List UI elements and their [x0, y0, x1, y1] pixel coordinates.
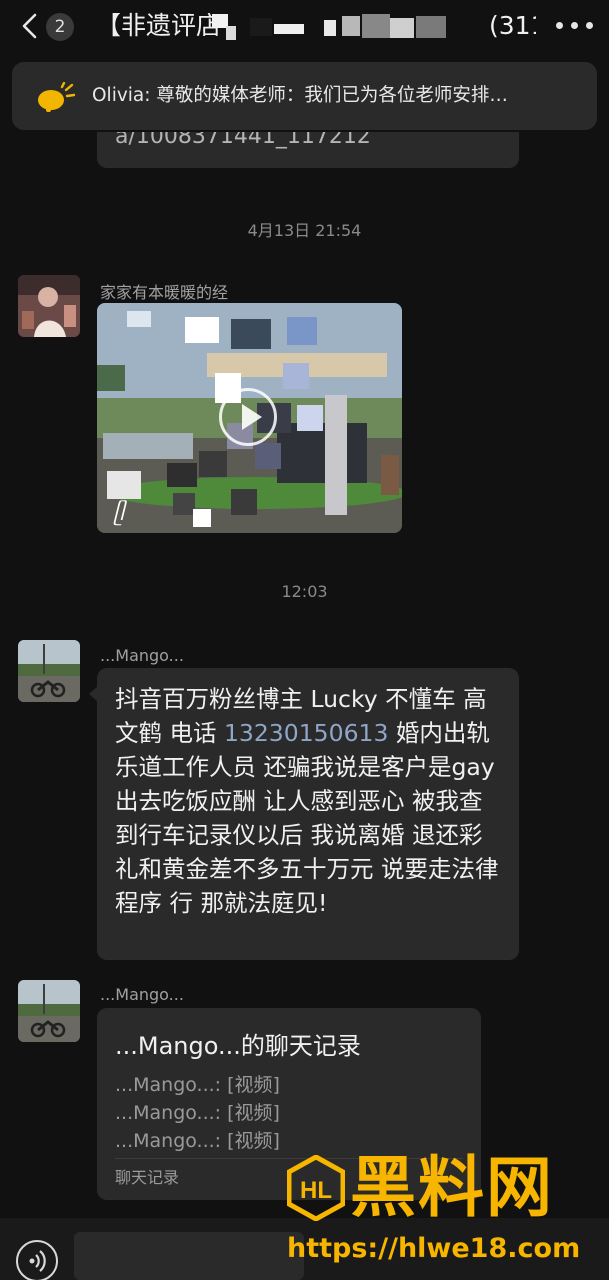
- previous-message-bubble[interactable]: a/1008371441_117212: [97, 132, 519, 168]
- avatar-image: [18, 980, 80, 1042]
- chat-title-start: 【非遗评店: [96, 11, 222, 40]
- watermark-badge-text: HL: [300, 1177, 332, 1204]
- timestamp: 12:03: [281, 582, 328, 601]
- message-text-part: 婚内出轨乐道工作人员 还骗我说是客户是gay 出去吃饭应酬 让人感到恶心 被我查…: [115, 719, 499, 917]
- unread-count-badge: 2: [46, 13, 74, 41]
- phone-number-link[interactable]: 13230150613: [224, 719, 388, 747]
- avatar-image: [18, 640, 80, 702]
- message-input[interactable]: [74, 1232, 304, 1280]
- chat-record-label: 聊天记录: [115, 1168, 180, 1187]
- video-platform-logo: ᥫ: [113, 501, 125, 526]
- sender-name: 家家有本暖暖的经: [100, 283, 229, 302]
- group-announcement-bar[interactable]: Olivia: 尊敬的媒体老师：我们已为各位老师安排…: [12, 62, 597, 130]
- more-icon: [556, 22, 563, 29]
- sender-name: ...Mango...: [100, 985, 184, 1004]
- voice-button[interactable]: [16, 1240, 58, 1280]
- watermark-url: https://hlwe18.com: [287, 1233, 581, 1264]
- more-button[interactable]: [556, 22, 596, 30]
- chat-header: 2 【非遗评店 (311): [0, 0, 609, 52]
- message-text: 抖音百万粉丝博主 Lucky 不懂车 高文鹤 电话 13230150613 婚内…: [115, 682, 501, 920]
- chat-record-line: ...Mango...: [视频]: [115, 1074, 280, 1096]
- chat-record-line: ...Mango...: [视频]: [115, 1102, 280, 1124]
- chat-record-line: ...Mango...: [视频]: [115, 1130, 280, 1152]
- play-icon[interactable]: [219, 388, 277, 446]
- avatar-image: [18, 275, 80, 337]
- megaphone-icon: [38, 82, 76, 112]
- back-button[interactable]: 2: [18, 10, 78, 42]
- watermark-title: 黑料网: [350, 1149, 554, 1226]
- announcement-text: Olivia: 尊敬的媒体老师：我们已为各位老师安排…: [92, 85, 508, 106]
- voice-icon: [29, 1250, 46, 1272]
- chevron-left-icon: [22, 13, 37, 39]
- previous-message-text: a/1008371441_117212: [115, 132, 371, 149]
- avatar[interactable]: [18, 980, 80, 1042]
- title-mosaic: [212, 14, 446, 40]
- timestamp: 4月13日 21:54: [247, 221, 362, 240]
- avatar[interactable]: [18, 640, 80, 702]
- text-message-bubble[interactable]: 抖音百万粉丝博主 Lucky 不懂车 高文鹤 电话 13230150613 婚内…: [89, 668, 519, 960]
- avatar[interactable]: [18, 275, 80, 337]
- watermark-logo: HL: [287, 1155, 345, 1221]
- chat-record-title: ...Mango...的聊天记录: [115, 1032, 361, 1060]
- sender-name: ...Mango...: [100, 646, 184, 665]
- video-message[interactable]: ᥫ: [97, 303, 402, 533]
- chat-title-count: (311): [489, 11, 536, 40]
